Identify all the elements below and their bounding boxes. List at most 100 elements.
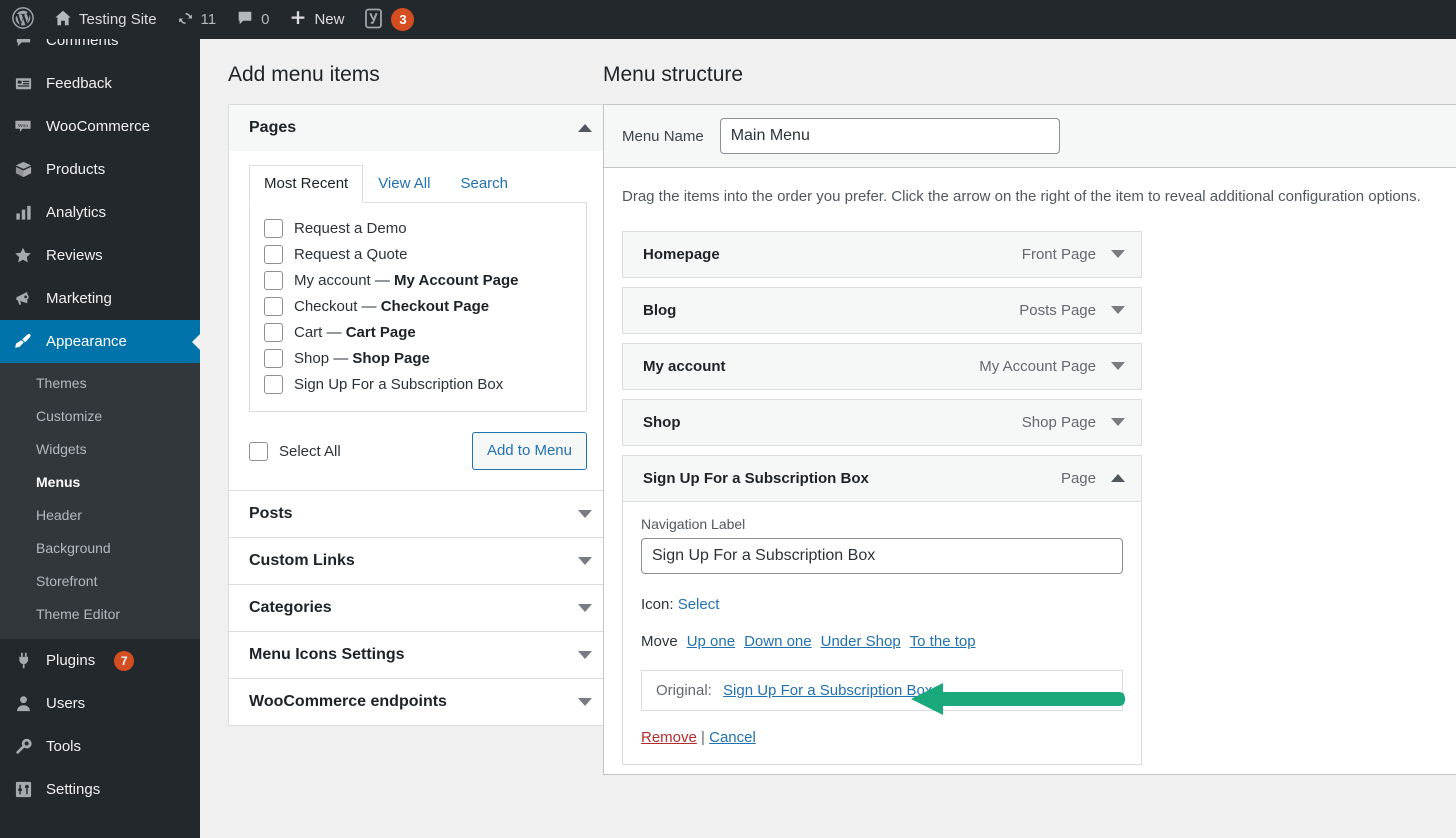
sidebar-item-theme-editor[interactable]: Theme Editor (0, 598, 200, 631)
list-item[interactable]: Cart — Cart Page (264, 319, 572, 345)
list-item[interactable]: Sign Up For a Subscription Box (264, 371, 572, 397)
sidebar-item-comments-clipped[interactable]: Comments (0, 39, 200, 62)
menu-item-homepage[interactable]: Homepage Front Page (622, 231, 1142, 278)
navigation-label-input[interactable] (641, 538, 1123, 574)
site-name-menu[interactable]: Testing Site (44, 0, 167, 39)
add-to-menu-button[interactable]: Add to Menu (472, 432, 587, 470)
categories-panel-header[interactable]: Categories (229, 585, 607, 631)
menu-item-header[interactable]: Homepage Front Page (623, 232, 1141, 277)
menu-item-subscription-box[interactable]: Sign Up For a Subscription Box Page Navi… (622, 455, 1142, 765)
chevron-up-icon[interactable] (1111, 474, 1125, 482)
products-box-icon (12, 159, 34, 181)
cancel-link[interactable]: Cancel (709, 729, 756, 746)
woocommerce-icon: Woo (12, 116, 34, 138)
sidebar-item-users[interactable]: Users (0, 682, 200, 725)
chevron-down-icon[interactable] (578, 651, 592, 659)
page-checkbox[interactable] (264, 245, 283, 264)
original-page-link[interactable]: Sign Up For a Subscription Box (723, 682, 932, 699)
menu-item-header[interactable]: Sign Up For a Subscription Box Page (623, 456, 1141, 501)
sidebar-item-menus[interactable]: Menus (0, 466, 200, 499)
page-label: Cart — Cart Page (294, 323, 416, 342)
select-all-checkbox[interactable] (249, 442, 268, 461)
menu-item-header[interactable]: My account My Account Page (623, 344, 1141, 389)
sidebar-item-label: Feedback (46, 75, 112, 92)
chevron-down-icon[interactable] (1111, 418, 1125, 426)
menu-item-blog[interactable]: Blog Posts Page (622, 287, 1142, 334)
sidebar-item-label: Appearance (46, 333, 127, 350)
chevron-down-icon[interactable] (1111, 362, 1125, 370)
chevron-down-icon[interactable] (1111, 306, 1125, 314)
page-checkbox[interactable] (264, 349, 283, 368)
move-to-top-link[interactable]: To the top (910, 633, 976, 650)
sidebar-item-products[interactable]: Products (0, 148, 200, 191)
posts-panel-header[interactable]: Posts (229, 491, 607, 537)
menu-structure-heading: Menu structure (603, 39, 1456, 104)
yoast-seo-menu[interactable]: 3 (354, 0, 424, 39)
updates-count: 11 (201, 11, 217, 28)
page-checkbox[interactable] (264, 323, 283, 342)
page-checkbox[interactable] (264, 375, 283, 394)
menu-item-meta: Posts Page (1019, 302, 1125, 319)
move-up-one-link[interactable]: Up one (687, 633, 735, 650)
sidebar-item-analytics[interactable]: Analytics (0, 191, 200, 234)
sidebar-item-appearance[interactable]: Appearance (0, 320, 200, 363)
menu-icons-settings-panel-header[interactable]: Menu Icons Settings (229, 632, 607, 678)
sidebar-item-storefront[interactable]: Storefront (0, 565, 200, 598)
page-checkbox[interactable] (264, 219, 283, 238)
menu-item-shop[interactable]: Shop Shop Page (622, 399, 1142, 446)
chevron-down-icon[interactable] (578, 510, 592, 518)
woocommerce-endpoints-panel: WooCommerce endpoints (229, 679, 607, 725)
chevron-up-icon[interactable] (578, 124, 592, 132)
menu-items-list: Homepage Front Page Blog Posts Page (622, 231, 1456, 765)
wordpress-logo-menu[interactable] (0, 0, 44, 39)
yoast-seo-icon (364, 8, 384, 32)
sidebar-item-settings[interactable]: Settings (0, 768, 200, 811)
sidebar-item-themes[interactable]: Themes (0, 367, 200, 400)
menu-item-meta: My Account Page (979, 358, 1125, 375)
sidebar-item-reviews[interactable]: Reviews (0, 234, 200, 277)
list-item[interactable]: Shop — Shop Page (264, 345, 572, 371)
move-down-one-link[interactable]: Down one (744, 633, 812, 650)
chevron-down-icon[interactable] (1111, 250, 1125, 258)
chevron-down-icon[interactable] (578, 604, 592, 612)
list-item[interactable]: Checkout — Checkout Page (264, 293, 572, 319)
icon-select-link[interactable]: Select (678, 596, 720, 613)
updates-menu[interactable]: 11 (167, 0, 227, 39)
list-item[interactable]: Request a Demo (264, 215, 572, 241)
select-all-control[interactable]: Select All (249, 442, 341, 461)
page-label: Request a Demo (294, 219, 407, 238)
pages-panel-header[interactable]: Pages (229, 105, 607, 151)
sidebar-item-feedback[interactable]: Feedback (0, 62, 200, 105)
remove-link[interactable]: Remove (641, 729, 697, 746)
analytics-bars-icon (12, 202, 34, 224)
new-content-menu[interactable]: New (279, 0, 354, 39)
page-checkbox[interactable] (264, 297, 283, 316)
sidebar-item-woocommerce[interactable]: Woo WooCommerce (0, 105, 200, 148)
list-item[interactable]: My account — My Account Page (264, 267, 572, 293)
chevron-down-icon[interactable] (578, 557, 592, 565)
chevron-down-icon[interactable] (578, 698, 592, 706)
move-under-shop-link[interactable]: Under Shop (821, 633, 901, 650)
sidebar-item-background[interactable]: Background (0, 532, 200, 565)
tab-most-recent[interactable]: Most Recent (249, 165, 363, 203)
sidebar-item-label: Products (46, 161, 105, 178)
custom-links-panel-header[interactable]: Custom Links (229, 538, 607, 584)
tab-view-all[interactable]: View All (363, 165, 445, 202)
menu-item-header[interactable]: Shop Shop Page (623, 400, 1141, 445)
list-item[interactable]: Request a Quote (264, 241, 572, 267)
sidebar-item-tools[interactable]: Tools (0, 725, 200, 768)
sidebar-item-plugins[interactable]: Plugins 7 (0, 639, 200, 682)
menu-item-my-account[interactable]: My account My Account Page (622, 343, 1142, 390)
wrench-icon (12, 736, 34, 758)
sidebar-item-header[interactable]: Header (0, 499, 200, 532)
sidebar-item-customize[interactable]: Customize (0, 400, 200, 433)
menu-item-header[interactable]: Blog Posts Page (623, 288, 1141, 333)
sidebar-item-widgets[interactable]: Widgets (0, 433, 200, 466)
menu-name-input[interactable] (720, 118, 1060, 154)
woocommerce-endpoints-panel-header[interactable]: WooCommerce endpoints (229, 679, 607, 725)
comments-menu[interactable]: 0 (226, 0, 279, 39)
page-checkbox[interactable] (264, 271, 283, 290)
sidebar-item-marketing[interactable]: Marketing (0, 277, 200, 320)
sidebar-item-label: Analytics (46, 204, 106, 221)
tab-search[interactable]: Search (445, 165, 523, 202)
